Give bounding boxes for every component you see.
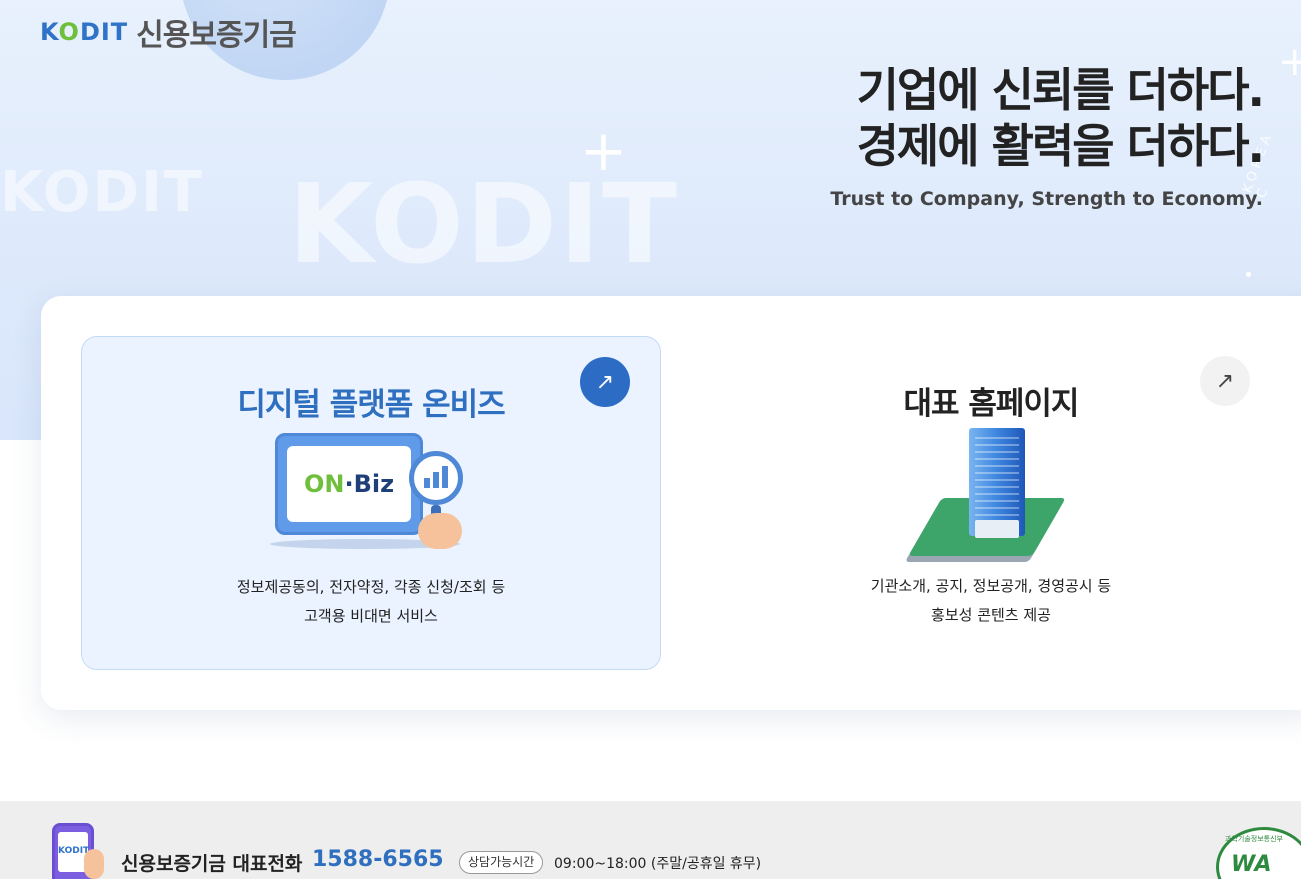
dot-decoration [1246, 272, 1251, 277]
onbiz-arrow-button[interactable]: ↗ [580, 357, 630, 407]
onbiz-monitor-illustration: ON · Biz [275, 433, 423, 535]
onbiz-description: 정보제공동의, 전자약정, 각종 신청/조회 등 고객용 비대면 서비스 [82, 573, 660, 631]
sparkle-icon: + [1278, 39, 1301, 85]
slogan-line1: 기업에 신뢰를 더하다. [856, 63, 1265, 117]
logo-mark-k: K [40, 18, 59, 46]
onbiz-card[interactable]: 디지털 플랫폼 온비즈 ↗ ON · Biz 정보제공동의, 전자약정, 각종 … [81, 336, 661, 670]
logo-mark: KODIT [40, 18, 128, 46]
bar-mark [442, 466, 448, 488]
wa-badge-arc-text: 과학기술정보통신부 [1225, 835, 1283, 843]
logo-mark-o: O [58, 18, 80, 46]
footer-phone-number[interactable]: 1588-6565 [312, 847, 444, 872]
onbiz-logo-on: ON [303, 470, 345, 498]
footer-phone-label: 신용보증기금 대표전화 [121, 853, 303, 875]
onbiz-desc-line1: 정보제공동의, 전자약정, 각종 신청/조회 등 [236, 578, 506, 596]
arrow-up-right-icon: ↗ [595, 369, 615, 395]
hero-slogan: 기업에 신뢰를 더하다. 경제에 활력을 더하다. Trust to Compa… [830, 62, 1265, 210]
homepage-card[interactable]: 대표 홈페이지 ↗ 기관소개, 공지, 정보공개, 경영공시 등 홍보성 콘텐츠… [701, 336, 1281, 670]
homepage-arrow-button[interactable]: ↗ [1200, 356, 1250, 406]
kodit-logo[interactable]: KODIT 신용보증기금 [40, 10, 297, 54]
building-illustration [907, 428, 1077, 560]
wa-badge-text: WA [1231, 852, 1272, 877]
homepage-desc-line1: 기관소개, 공지, 정보공개, 경영공시 등 [870, 577, 1112, 595]
watermark-small: KODIT [0, 160, 205, 225]
arrow-up-right-icon: ↗ [1215, 368, 1235, 394]
monitor-screen: ON · Biz [287, 446, 411, 522]
phone-hand-illustration [84, 849, 104, 879]
onbiz-logo-biz: Biz [353, 470, 395, 498]
bar-mark [433, 472, 439, 488]
homepage-desc-line2: 홍보성 콘텐츠 제공 [931, 606, 1051, 624]
service-panel: 디지털 플랫폼 온비즈 ↗ ON · Biz 정보제공동의, 전자약정, 각종 … [41, 296, 1301, 710]
onbiz-desc-line2: 고객용 비대면 서비스 [304, 607, 438, 625]
sparkle-icon: + [580, 119, 627, 184]
slogan-english: Trust to Company, Strength to Economy. [830, 188, 1263, 210]
homepage-description: 기관소개, 공지, 정보공개, 경영공시 등 홍보성 콘텐츠 제공 [701, 572, 1281, 630]
hand-illustration [418, 513, 462, 549]
bar-mark [424, 478, 430, 488]
wa-certification-icon[interactable]: 과학기술정보통신부 WA [1216, 827, 1301, 879]
footer-hours: 09:00~18:00 (주말/공휴일 휴무) [554, 856, 762, 872]
footer-contact-bar: KODIT 신용보증기금 대표전화 1588-6565 상담가능시간 09:00… [0, 801, 1301, 879]
onbiz-title: 디지털 플랫폼 온비즈 [237, 387, 505, 423]
chart-magnifier-icon [409, 451, 463, 505]
hours-badge: 상담가능시간 [459, 851, 544, 874]
building-lobby [975, 520, 1019, 538]
logo-mark-dit: DIT [79, 18, 129, 46]
homepage-title: 대표 홈페이지 [903, 386, 1080, 422]
logo-name: 신용보증기금 [136, 18, 297, 53]
onbiz-logo-dot: · [344, 470, 354, 498]
slogan-line2: 경제에 활력을 더하다. [856, 119, 1265, 173]
